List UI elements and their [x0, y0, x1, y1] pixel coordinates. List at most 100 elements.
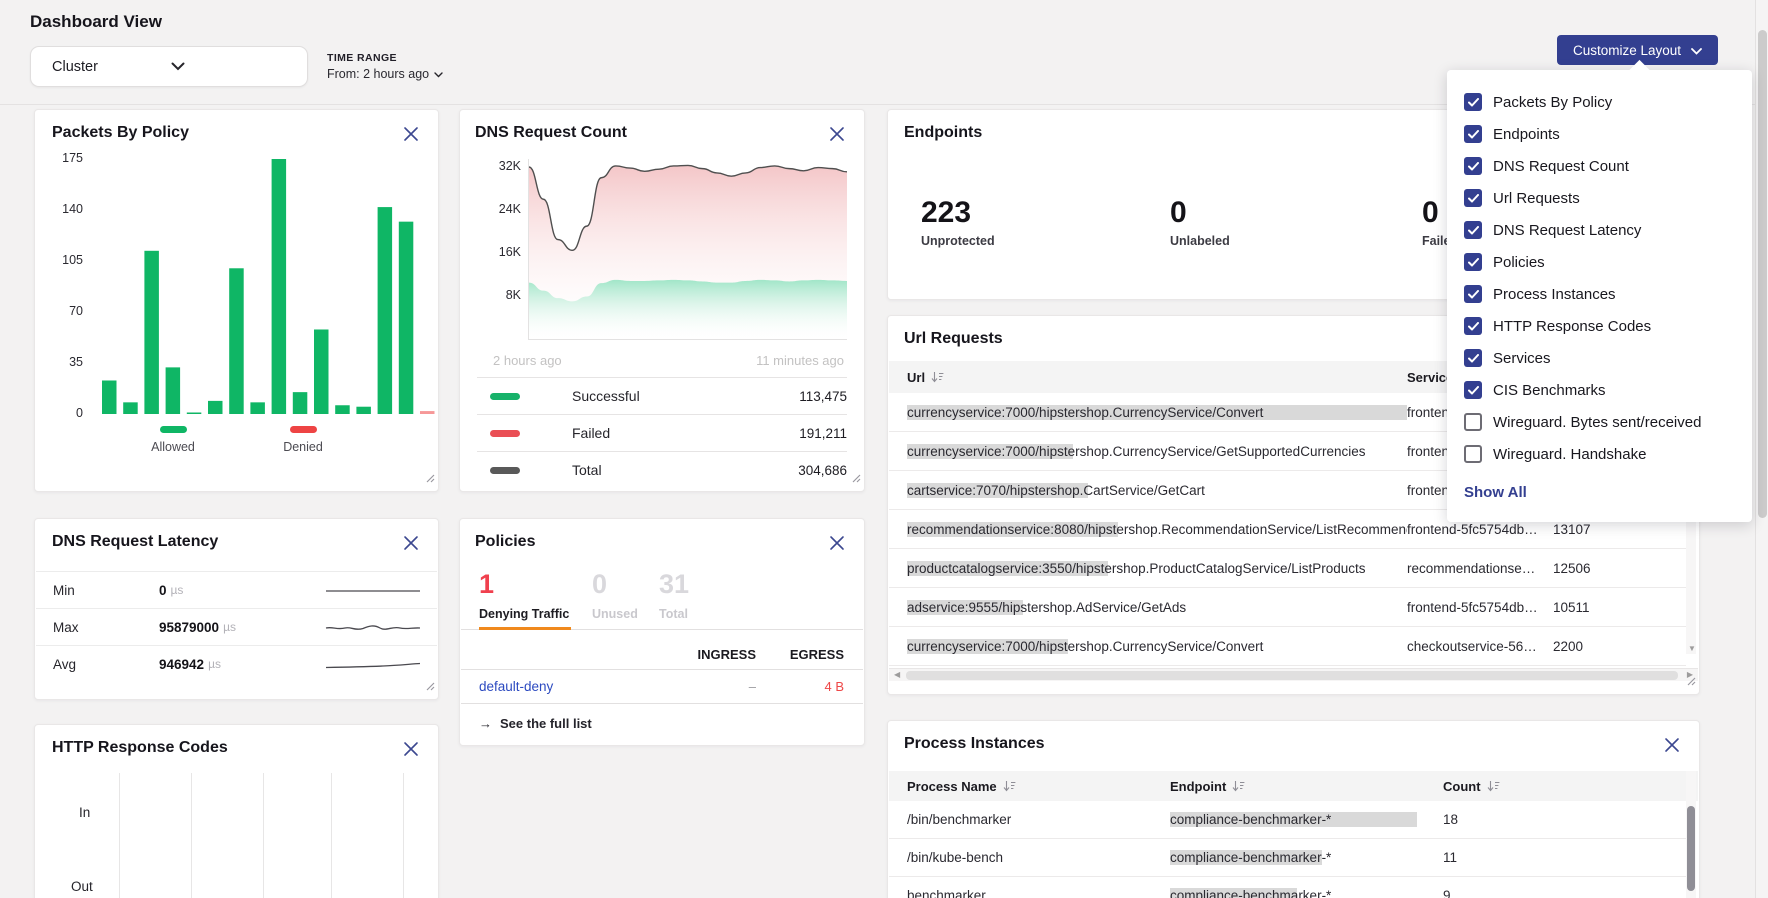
legend-item-allowed[interactable]: Allowed: [143, 426, 203, 454]
gridline: [403, 773, 404, 898]
checkbox-unchecked-icon[interactable]: [1464, 445, 1482, 463]
legend-row-total[interactable]: Total 304,686: [477, 451, 847, 488]
policies-tab-unused[interactable]: 0 Unused: [592, 571, 638, 621]
x-axis-start-label: 2 hours ago: [493, 353, 562, 368]
legend-row-failed[interactable]: Failed 191,211: [477, 414, 847, 451]
menu-item-http-response-codes[interactable]: HTTP Response Codes: [1464, 310, 1752, 342]
sparkline: [323, 652, 423, 678]
checkbox-unchecked-icon[interactable]: [1464, 413, 1482, 431]
horizontal-scrollbar[interactable]: ◀ ▶: [889, 668, 1698, 681]
policy-link[interactable]: default-deny: [479, 679, 553, 694]
latency-label: Max: [53, 620, 159, 635]
checkbox-checked-icon[interactable]: [1464, 189, 1482, 207]
legend-label: Failed: [572, 425, 799, 441]
resize-handle-icon[interactable]: [852, 470, 861, 488]
checkbox-checked-icon[interactable]: [1464, 125, 1482, 143]
page-scrollbar[interactable]: [1755, 0, 1768, 898]
endpoint-value: compliance-benchmarker-*: [1170, 888, 1331, 898]
y-tick-label: 105: [49, 253, 83, 267]
tab-label: Unused: [592, 607, 638, 621]
column-header-count[interactable]: Count: [1443, 779, 1500, 794]
legend-swatch: [290, 426, 317, 433]
cluster-selector[interactable]: Cluster: [30, 46, 308, 87]
url-table-row[interactable]: adservice:9555/hipstershop.AdService/Get…: [889, 588, 1686, 627]
checkbox-checked-icon[interactable]: [1464, 317, 1482, 335]
menu-item-url-requests[interactable]: Url Requests: [1464, 182, 1752, 214]
legend-row-successful[interactable]: Successful 113,475: [477, 377, 847, 414]
url-value: cartservice:7070/hipstershop.CartService…: [907, 483, 1205, 498]
egress-column-header: EGRESS: [774, 647, 844, 662]
checkbox-checked-icon[interactable]: [1464, 349, 1482, 367]
menu-item-services[interactable]: Services: [1464, 342, 1752, 374]
menu-item-process-instances[interactable]: Process Instances: [1464, 278, 1752, 310]
menu-item-wireguard-bytes-sent-received[interactable]: Wireguard. Bytes sent/received: [1464, 406, 1752, 438]
menu-item-label: HTTP Response Codes: [1493, 318, 1651, 335]
menu-item-wireguard-handshake[interactable]: Wireguard. Handshake: [1464, 438, 1752, 470]
endpoint-stat-unlabeled: 0 Unlabeled: [1170, 198, 1230, 248]
menu-item-dns-request-count[interactable]: DNS Request Count: [1464, 150, 1752, 182]
column-header-process-name[interactable]: Process Name: [907, 779, 1170, 794]
menu-item-label: Policies: [1493, 254, 1545, 271]
url-table-row[interactable]: productcatalogservice:3550/hipstershop.P…: [889, 549, 1686, 588]
count-value: 12506: [1553, 561, 1591, 576]
service-value: frontend-5fc5754db…: [1407, 522, 1553, 537]
legend-value: 113,475: [799, 389, 847, 404]
checkbox-checked-icon[interactable]: [1464, 221, 1482, 239]
menu-item-policies[interactable]: Policies: [1464, 246, 1752, 278]
column-header-url[interactable]: Url: [907, 370, 1407, 385]
tab-value: 1: [479, 571, 569, 598]
process-table-row[interactable]: benchmarker compliance-benchmarker-* 9: [889, 877, 1686, 898]
url-table-row[interactable]: currencyservice:7000/hipstershop.Currenc…: [889, 627, 1686, 666]
resize-handle-icon[interactable]: [426, 470, 435, 488]
time-range[interactable]: TIME RANGE From: 2 hours ago: [327, 52, 443, 81]
menu-item-label: DNS Request Count: [1493, 158, 1629, 175]
close-icon[interactable]: [828, 125, 846, 143]
process-table-row[interactable]: /bin/benchmarker compliance-benchmarker-…: [889, 801, 1686, 839]
see-full-list-link[interactable]: → See the full list: [479, 716, 592, 731]
policies-tab-total[interactable]: 31 Total: [659, 571, 689, 621]
tab-label: Total: [659, 607, 689, 621]
resize-handle-icon[interactable]: [1687, 673, 1696, 691]
checkbox-checked-icon[interactable]: [1464, 285, 1482, 303]
close-icon[interactable]: [828, 534, 846, 552]
resize-handle-icon[interactable]: [426, 678, 435, 696]
legend-value: 304,686: [798, 463, 847, 478]
menu-item-dns-request-latency[interactable]: DNS Request Latency: [1464, 214, 1752, 246]
count-value: 10511: [1553, 600, 1590, 615]
checkbox-checked-icon[interactable]: [1464, 93, 1482, 111]
close-icon[interactable]: [1663, 736, 1681, 754]
process-table-row[interactable]: /bin/kube-bench compliance-benchmarker-*…: [889, 839, 1686, 877]
close-icon[interactable]: [402, 534, 420, 552]
policies-tab-denying-traffic[interactable]: 1 Denying Traffic: [479, 571, 569, 621]
policy-egress-value: 4 B: [774, 679, 844, 694]
sparkline: [323, 615, 423, 641]
card-process-instances: Process Instances Process Name Endpoint …: [887, 720, 1700, 898]
menu-item-endpoints[interactable]: Endpoints: [1464, 118, 1752, 150]
card-title: Packets By Policy: [52, 124, 189, 142]
service-value: checkoutservice-56…: [1407, 639, 1553, 654]
gridline: [119, 773, 120, 898]
stat-label: Unlabeled: [1170, 234, 1230, 248]
vertical-scrollbar[interactable]: [1686, 771, 1696, 898]
url-value: recommendationservice:8080/hipstershop.R…: [907, 522, 1407, 537]
process-name-value: /bin/benchmarker: [907, 812, 1170, 827]
latency-label: Min: [53, 583, 159, 598]
row-label-in: In: [79, 805, 90, 820]
column-header-endpoint[interactable]: Endpoint: [1170, 779, 1443, 794]
y-tick-label: 24K: [487, 202, 521, 216]
card-title: Process Instances: [904, 735, 1045, 753]
y-tick-label: 0: [49, 406, 83, 420]
close-icon[interactable]: [402, 740, 420, 758]
tab-label: Denying Traffic: [479, 607, 569, 621]
menu-item-packets-by-policy[interactable]: Packets By Policy: [1464, 86, 1752, 118]
menu-item-cis-benchmarks[interactable]: CIS Benchmarks: [1464, 374, 1752, 406]
checkbox-checked-icon[interactable]: [1464, 381, 1482, 399]
process-name-value: /bin/kube-bench: [907, 850, 1170, 865]
checkbox-checked-icon[interactable]: [1464, 157, 1482, 175]
service-value: frontend-5fc5754db…: [1407, 600, 1553, 615]
checkbox-checked-icon[interactable]: [1464, 253, 1482, 271]
latency-row-max: Max 95879000 µs: [36, 608, 437, 645]
close-icon[interactable]: [402, 125, 420, 143]
show-all-link[interactable]: Show All: [1464, 476, 1752, 508]
legend-item-denied[interactable]: Denied: [273, 426, 333, 454]
